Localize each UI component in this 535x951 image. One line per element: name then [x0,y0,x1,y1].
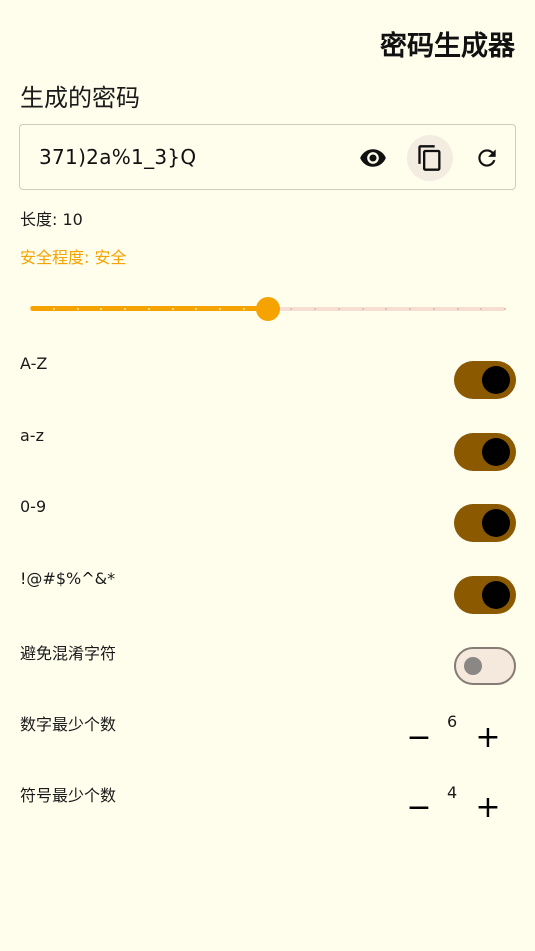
toggle-digits[interactable] [454,504,516,542]
toggle-knob [482,581,510,609]
toggle-knob [482,438,510,466]
option-label-symbols: !@#$%^&* [20,569,116,588]
slider-tick [314,308,316,310]
slider-tick [124,308,126,310]
toggle-knob [464,657,482,675]
slider-tick [432,308,435,310]
option-label-avoid-ambiguous: 避免混淆字符 [20,644,117,663]
refresh-icon[interactable] [464,135,510,181]
min-symbols-decrement-button[interactable]: − [404,793,434,823]
toggle-avoid-ambiguous[interactable] [454,647,516,685]
copy-icon[interactable] [407,135,453,181]
min-digits-decrement-button[interactable]: − [404,723,434,753]
slider-tick [29,308,31,310]
slider-tick [219,308,221,310]
slider-tick [171,308,174,310]
min-digits-label: 数字最少个数 [20,715,117,734]
toggle-symbols[interactable] [454,576,516,614]
toggle-knob [482,366,510,394]
length-label: 长度: 10 [20,210,83,229]
slider-tick [147,308,150,310]
eye-icon[interactable] [350,135,396,181]
toggle-uppercase[interactable] [454,361,516,399]
slider-tick [409,308,411,310]
password-field: 371)2a%1_3}Q [19,124,516,190]
slider-tick [456,308,459,310]
min-digits-value: 6 [447,712,458,731]
section-title: 生成的密码 [20,84,140,112]
min-symbols-label: 符号最少个数 [20,786,117,805]
option-label-uppercase: A-Z [20,354,48,373]
app-title: 密码生成器 [380,31,515,62]
slider-tick [242,308,245,310]
slider-tick [76,308,79,310]
min-symbols-increment-button[interactable]: + [473,793,503,823]
toggle-lowercase[interactable] [454,433,516,471]
slider-tick [337,308,340,310]
option-label-lowercase: a-z [20,426,44,445]
strength-label: 安全程度: 安全 [20,248,127,267]
password-text: 371)2a%1_3}Q [39,145,197,169]
min-symbols-value: 4 [447,783,458,802]
min-digits-increment-button[interactable]: + [473,723,503,753]
toggle-knob [482,509,510,537]
slider-tick [52,308,55,310]
slider-tick [504,308,506,310]
slider-tick [361,308,364,310]
slider-thumb[interactable] [255,297,280,321]
length-slider[interactable] [29,297,506,321]
option-label-digits: 0-9 [20,497,47,516]
